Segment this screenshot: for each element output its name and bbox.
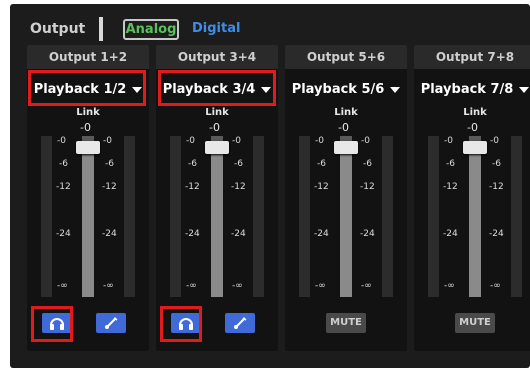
scale-mark: -∞ — [490, 281, 501, 291]
mute-button[interactable]: MUTE — [326, 313, 366, 333]
fader-value: -0 — [80, 121, 91, 134]
strip-title: Output 3+4 — [156, 45, 278, 69]
scale-mark: -24 — [56, 229, 71, 239]
scale-mark: -0 — [490, 136, 499, 146]
link-label[interactable]: Link — [27, 107, 149, 118]
level-meter-left — [170, 136, 181, 297]
scale-mark: -12 — [489, 182, 504, 192]
scale-mark: -0 — [57, 136, 66, 146]
chevron-down-icon — [519, 86, 530, 93]
scale-mark: -∞ — [186, 281, 197, 291]
level-meter-right — [124, 136, 135, 297]
fader-track[interactable] — [469, 136, 481, 297]
level-meter-right — [253, 136, 264, 297]
source-select-value: Playback 7/8 — [420, 82, 514, 97]
scale-mark: -∞ — [57, 281, 68, 291]
fader-value: -0 — [467, 121, 478, 134]
level-meter-left — [428, 136, 439, 297]
instrument-icon — [234, 317, 247, 329]
strip-title: Output 7+8 — [414, 45, 530, 69]
section-title: Output — [30, 21, 86, 37]
scale-mark: -∞ — [103, 281, 114, 291]
scale-mark: -6 — [234, 159, 243, 169]
scale-mark: -0 — [361, 136, 370, 146]
scale-mark: -6 — [363, 159, 372, 169]
scale-mark: -∞ — [361, 281, 372, 291]
link-label[interactable]: Link — [414, 107, 530, 118]
scale-mark: -0 — [103, 136, 112, 146]
strip-title: Output 1+2 — [27, 45, 149, 69]
level-meter-right — [382, 136, 393, 297]
fader-knob[interactable] — [463, 141, 487, 154]
output-strip-7-8: Output 7+8 Playback 7/8 Link -0 -0 -0 -6… — [414, 45, 530, 351]
scale-mark: -24 — [185, 229, 200, 239]
output-strip-5-6: Output 5+6 Playback 5/6 Link -0 -0 -0 -6… — [285, 45, 407, 351]
link-label[interactable]: Link — [156, 107, 278, 118]
scale-mark: -6 — [59, 159, 68, 169]
fader-knob[interactable] — [205, 141, 229, 154]
scale-mark: -12 — [56, 182, 71, 192]
scale-mark: -∞ — [315, 281, 326, 291]
scale-mark: -0 — [186, 136, 195, 146]
fader-value: -0 — [209, 121, 220, 134]
source-select[interactable]: Playback 7/8 — [414, 75, 530, 105]
scale-mark: -6 — [492, 159, 501, 169]
scale-mark: -0 — [315, 136, 324, 146]
scale-mark: -12 — [102, 182, 117, 192]
scale-mark: -24 — [314, 229, 329, 239]
source-select-value: Playback 5/6 — [291, 82, 385, 97]
instrument-button[interactable] — [225, 313, 255, 333]
strip-title: Output 5+6 — [285, 45, 407, 69]
fader-track[interactable] — [340, 136, 352, 297]
instrument-icon — [105, 317, 118, 329]
tab-analog[interactable]: Analog — [123, 19, 179, 40]
instrument-button[interactable] — [96, 313, 126, 333]
highlight-source-select-2 — [158, 70, 276, 106]
scale-mark: -6 — [188, 159, 197, 169]
level-meter-right — [511, 136, 522, 297]
level-meter-left — [41, 136, 52, 297]
scale-mark: -6 — [446, 159, 455, 169]
scale-mark: -24 — [489, 229, 504, 239]
fader-track[interactable] — [82, 136, 94, 297]
scale-mark: -12 — [185, 182, 200, 192]
fader-knob[interactable] — [76, 141, 100, 154]
fader-track[interactable] — [211, 136, 223, 297]
scale-mark: -∞ — [444, 281, 455, 291]
scale-mark: -12 — [443, 182, 458, 192]
scale-mark: -24 — [443, 229, 458, 239]
scale-mark: -0 — [444, 136, 453, 146]
level-meter-left — [299, 136, 310, 297]
scale-mark: -24 — [102, 229, 117, 239]
scale-mark: -6 — [317, 159, 326, 169]
scale-mark: -∞ — [232, 281, 243, 291]
scale-mark: -12 — [360, 182, 375, 192]
chevron-down-icon — [390, 86, 401, 93]
highlight-headphones-2 — [160, 306, 202, 342]
source-select[interactable]: Playback 5/6 — [285, 75, 407, 105]
scale-mark: -24 — [231, 229, 246, 239]
scale-mark: -12 — [314, 182, 329, 192]
app-window: Output Analog Digital Output 1+2 Playbac… — [0, 0, 530, 369]
scale-mark: -24 — [360, 229, 375, 239]
highlight-headphones-1 — [31, 306, 73, 342]
scale-mark: -6 — [105, 159, 114, 169]
highlight-source-select-1 — [28, 70, 146, 106]
scale-mark: -12 — [231, 182, 246, 192]
mute-button[interactable]: MUTE — [455, 313, 495, 333]
divider — [99, 17, 103, 41]
fader-value: -0 — [338, 121, 349, 134]
fader-knob[interactable] — [334, 141, 358, 154]
scale-mark: -0 — [232, 136, 241, 146]
link-label[interactable]: Link — [285, 107, 407, 118]
tab-digital[interactable]: Digital — [192, 21, 240, 36]
